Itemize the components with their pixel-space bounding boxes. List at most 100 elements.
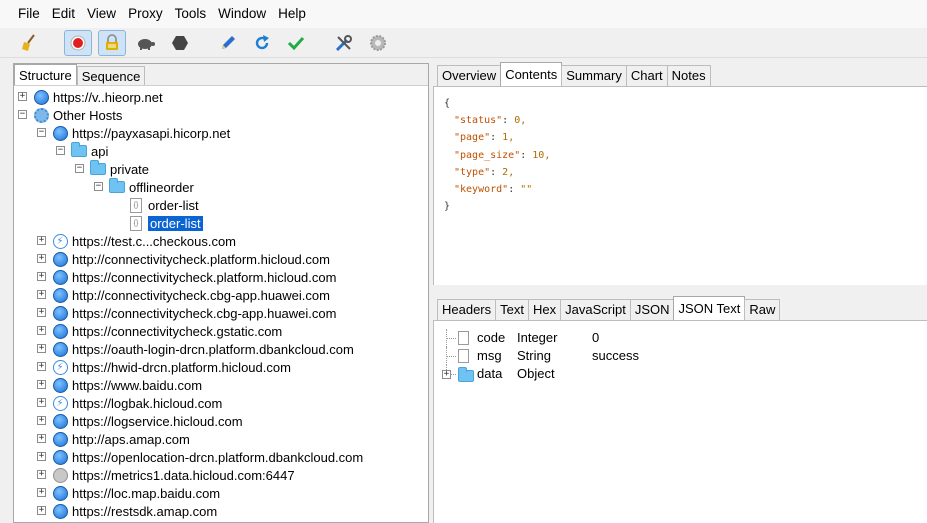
collapse-icon[interactable]: − — [18, 110, 27, 119]
tree-node[interactable]: + https://openlocation-drcn.platform.dban… — [14, 448, 428, 466]
tree-node[interactable]: + http://connectivitycheck.cbg-app.huawei… — [14, 286, 428, 304]
expand-icon[interactable]: + — [37, 344, 46, 353]
response-tab-javascript[interactable]: JavaScript — [560, 299, 631, 320]
tab-overview[interactable]: Overview — [437, 65, 502, 86]
collapse-icon[interactable]: − — [75, 164, 84, 173]
tab-structure[interactable]: Structure — [14, 64, 77, 85]
tree-node[interactable]: + https://v..hieorp.net — [14, 88, 428, 106]
collapse-icon[interactable]: − — [94, 182, 103, 191]
menu-view[interactable]: View — [81, 0, 122, 28]
tab-notes[interactable]: Notes — [666, 65, 711, 86]
settings-button[interactable] — [364, 30, 392, 56]
throttle-button[interactable] — [132, 30, 160, 56]
tab-contents[interactable]: Contents — [500, 62, 563, 86]
tree-node[interactable]: + https://connectivitycheck.platform.hicl… — [14, 268, 428, 286]
tree-node[interactable]: − offlineorder — [14, 178, 428, 196]
compose-button[interactable] — [214, 30, 242, 56]
settings-gear-icon — [370, 34, 386, 51]
tree-node[interactable]: + https://logservice.hicloud.com — [14, 412, 428, 430]
tree-node[interactable]: + https://connectivitycheck.cbg-app.huawe… — [14, 304, 428, 322]
menu-window[interactable]: Window — [212, 0, 272, 28]
json-node-name: code — [477, 330, 506, 345]
expand-icon[interactable]: + — [37, 416, 46, 425]
response-tab-json[interactable]: JSON — [629, 299, 675, 320]
json-key: "status" — [454, 115, 503, 127]
expand-icon[interactable]: + — [37, 434, 46, 443]
expand-icon[interactable]: + — [37, 272, 46, 281]
response-tab-json-text[interactable]: JSON Text — [673, 296, 746, 320]
json-tree-row[interactable]: code Integer 0 — [434, 329, 734, 347]
expand-icon[interactable]: + — [37, 506, 46, 515]
expand-icon[interactable]: + — [37, 452, 46, 461]
expand-icon[interactable]: + — [37, 236, 46, 245]
json-field: "page": 1, — [454, 132, 515, 144]
globe-icon — [52, 305, 68, 321]
tree-node-label: api — [91, 143, 109, 159]
json-value: 2, — [502, 166, 515, 178]
tab-chart[interactable]: Chart — [625, 65, 668, 86]
menu-edit[interactable]: Edit — [46, 0, 81, 28]
globe-icon — [52, 125, 68, 141]
tree-node[interactable]: + ⚡ https://logbak.hicloud.com — [14, 394, 428, 412]
json-tree-row[interactable]: msg String success — [434, 347, 734, 365]
expand-icon[interactable]: + — [37, 470, 46, 479]
tree-node[interactable]: {} order-list — [14, 196, 428, 214]
record-button[interactable] — [64, 29, 92, 56]
menu-file[interactable]: File — [12, 0, 46, 28]
tree-node[interactable]: + https://www.baidu.com — [14, 376, 428, 394]
response-tab-hex[interactable]: Hex — [527, 299, 562, 320]
collapse-icon[interactable]: − — [56, 146, 65, 155]
tree-node[interactable]: + ⚡ https://test.c...checkous.com — [14, 232, 428, 250]
validate-button[interactable] — [282, 30, 310, 56]
response-tab-headers[interactable]: Headers — [437, 299, 497, 320]
tree-node-label: https://restsdk.amap.com — [72, 503, 218, 519]
ssl-lock-icon — [106, 33, 118, 50]
response-tab-raw[interactable]: Raw — [744, 299, 781, 320]
detail-panel: Overview Contents Summary Chart Notes { "sta… — [433, 62, 927, 523]
expand-icon[interactable]: + — [37, 308, 46, 317]
json-key: "page_size" — [454, 149, 521, 161]
expand-icon[interactable]: + — [37, 488, 46, 497]
json-tree-row[interactable]: + data Object — [434, 365, 734, 383]
tree-node[interactable]: + https://metrics1.data.hicloud.com:6447 — [14, 466, 428, 484]
menu-help[interactable]: Help — [272, 0, 312, 28]
menu-tools[interactable]: Tools — [169, 0, 213, 28]
hwid-icon: ⚡ — [52, 359, 68, 375]
response-json-tree: code Integer 0 msg String success + data Object — [433, 321, 927, 523]
expand-icon[interactable]: + — [18, 92, 27, 101]
collapse-icon[interactable]: − — [37, 128, 46, 137]
expand-icon[interactable]: + — [37, 380, 46, 389]
tab-summary[interactable]: Summary — [561, 65, 627, 86]
menu-proxy[interactable]: Proxy — [122, 0, 169, 28]
expand-icon[interactable]: + — [37, 326, 46, 335]
tree-node[interactable]: − Other Hosts — [14, 106, 428, 124]
tree-node[interactable]: + https://loc.map.baidu.com — [14, 484, 428, 502]
json-close-brace: } — [444, 201, 451, 213]
lock-globe-icon — [52, 467, 68, 483]
tree-node[interactable]: − private — [14, 160, 428, 178]
tree-node[interactable]: + https://connectivitycheck.gstatic.com — [14, 322, 428, 340]
tree-node[interactable]: + http://connectivitycheck.platform.hiclo… — [14, 250, 428, 268]
expand-icon[interactable]: + — [37, 290, 46, 299]
repeat-button[interactable] — [248, 30, 276, 56]
tree-node[interactable]: − api — [14, 142, 428, 160]
expand-icon[interactable]: + — [37, 398, 46, 407]
tree-node[interactable]: + https://restsdk.amap.com — [14, 502, 428, 520]
tree-node[interactable]: − https://payxasapi.hicorp.net — [14, 124, 428, 142]
expand-icon[interactable]: + — [442, 370, 451, 379]
tree-node[interactable]: + ⚡ https://hwid-drcn.platform.hicloud.com — [14, 358, 428, 376]
response-tab-text[interactable]: Text — [495, 299, 529, 320]
tab-sequence[interactable]: Sequence — [76, 66, 146, 85]
tree-node[interactable]: + https://oauth-login-drcn.platform.dbank… — [14, 340, 428, 358]
validate-check-icon — [287, 36, 305, 50]
tree-node[interactable]: {} order-list — [14, 214, 428, 232]
tree-node[interactable]: + http://aps.amap.com — [14, 430, 428, 448]
expand-icon[interactable]: + — [37, 362, 46, 371]
tools-button[interactable] — [330, 30, 358, 56]
breakpoints-button[interactable] — [166, 30, 194, 56]
tree-node-label: http://connectivitycheck.cbg-app.huawei.… — [72, 287, 330, 303]
ssl-proxying-button[interactable] — [98, 29, 126, 56]
folder-icon — [90, 160, 106, 177]
clear-session-button[interactable] — [16, 30, 44, 56]
expand-icon[interactable]: + — [37, 254, 46, 263]
